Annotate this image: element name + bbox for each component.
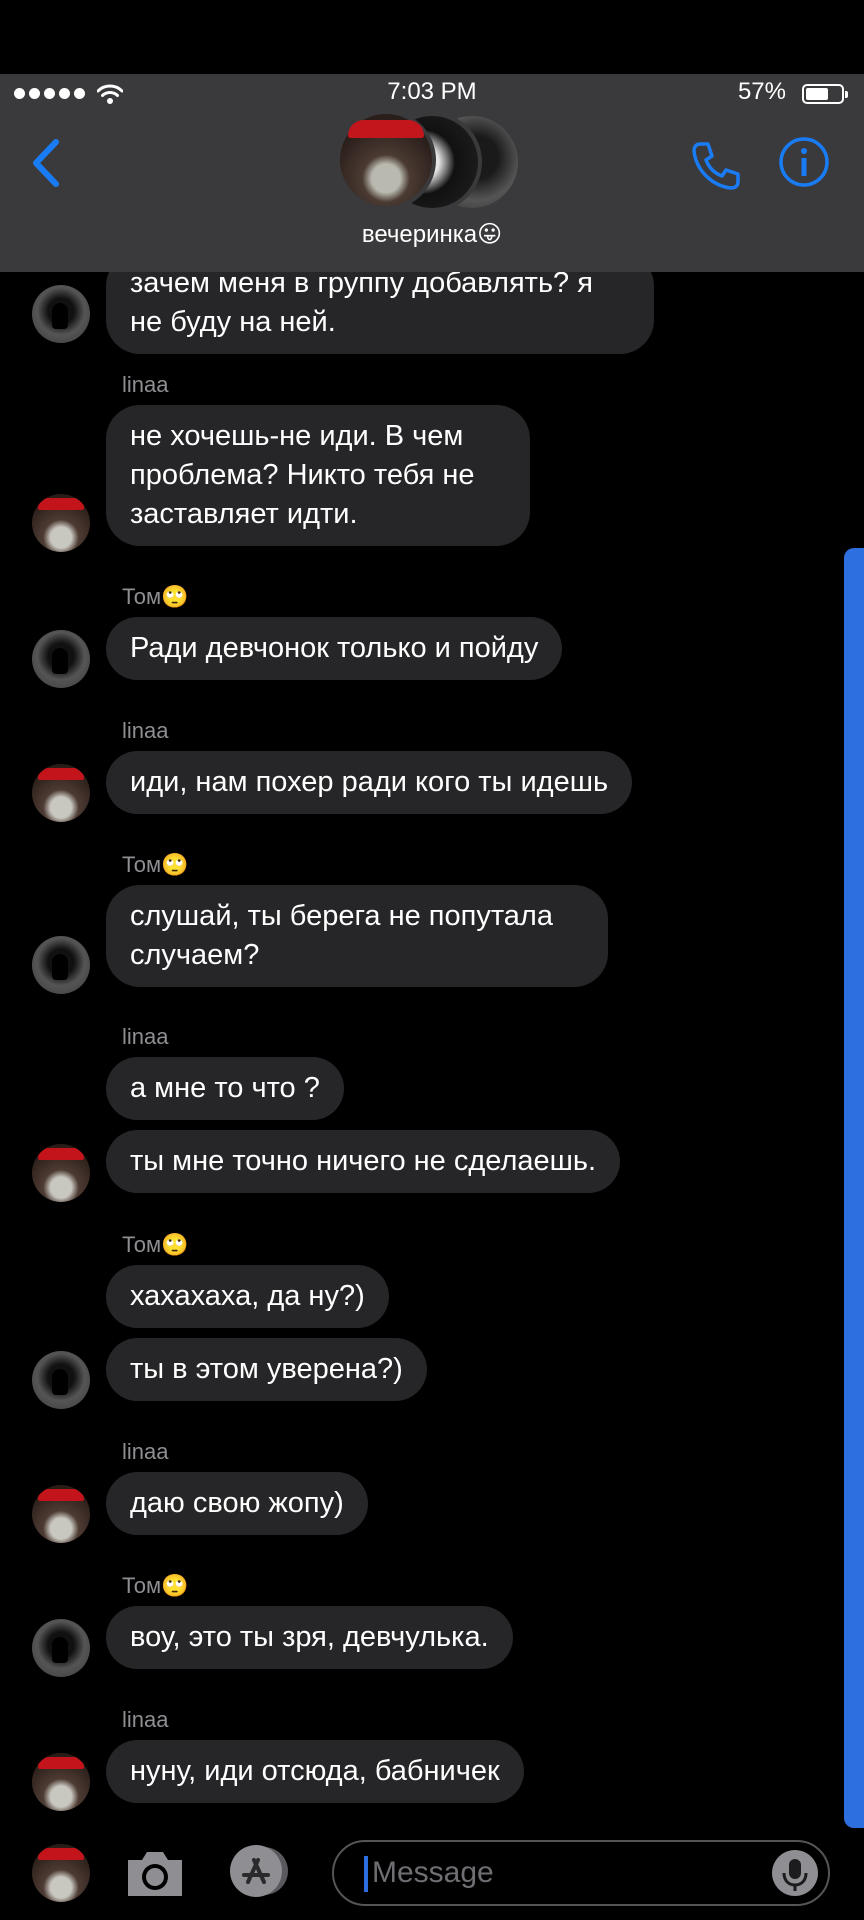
group-name[interactable]: вечеринка😛 [0,220,864,249]
info-icon[interactable] [778,136,830,188]
message-bubble[interactable]: а мне то что ? [106,1057,344,1120]
sender-name: Том🙄 [122,1232,189,1257]
sender-name: linaa [122,1024,169,1049]
message-list: зачем меня в группу добавлять? я не буду… [0,0,864,1830]
sender-name: Том🙄 [122,852,189,877]
message-bubble[interactable]: не хочешь-не иди. В чем проблема? Никто … [106,405,530,546]
sender-avatar[interactable] [32,285,90,343]
back-chevron-icon[interactable] [28,138,62,188]
group-avatars[interactable] [336,110,526,212]
scrollbar[interactable] [844,548,864,1828]
app-store-icon[interactable] [226,1844,292,1898]
status-bar: 7:03 PM 57% [0,74,864,114]
phone-icon[interactable] [688,138,744,194]
sender-name: Том🙄 [122,1573,189,1598]
sender-avatar[interactable] [32,630,90,688]
message-placeholder: Message [372,1856,494,1889]
message-bubble[interactable]: Ради девчонок только и пойду [106,617,563,680]
message-bubble[interactable]: даю свою жопу) [106,1472,368,1535]
sender-name: linaa [122,1707,169,1732]
message-bubble[interactable]: ты в этом уверена?) [106,1338,427,1401]
sender-name: linaa [122,372,169,397]
sender-avatar[interactable] [32,1351,90,1409]
sender-name: linaa [122,1439,169,1464]
status-time: 7:03 PM [387,78,477,105]
message-bubble[interactable]: воу, это ты зря, девчулька. [106,1606,513,1669]
sender-avatar[interactable] [32,1144,90,1202]
sender-avatar[interactable] [32,494,90,552]
sender-avatar[interactable] [32,1753,90,1811]
sender-avatar[interactable] [32,764,90,822]
message-bubble[interactable]: хахахаха, да ну?) [106,1265,389,1328]
camera-icon[interactable] [124,1846,186,1900]
sender-name: Том🙄 [122,584,189,609]
sender-avatar[interactable] [32,1485,90,1543]
microphone-icon[interactable] [772,1850,818,1896]
sender-avatar[interactable] [32,936,90,994]
message-bubble[interactable]: слушай, ты берега не попутала случаем? [106,885,608,987]
battery-icon [802,84,848,104]
message-bubble[interactable]: нуну, иди отсюда, бабничек [106,1740,524,1803]
message-bubble[interactable]: ты мне точно ничего не сделаешь. [106,1130,621,1193]
conversation-header: 7:03 PM 57% вечеринка😛 [0,74,864,272]
avatar [336,110,436,210]
message-input[interactable]: Message [332,1840,830,1906]
message-bubble[interactable]: иди, нам похер ради кого ты идешь [106,751,633,814]
sender-name: linaa [122,718,169,743]
battery-percentage: 57% [737,78,786,105]
sender-avatar[interactable] [32,1619,90,1677]
avatar[interactable] [32,1844,90,1902]
text-caret [364,1856,368,1892]
compose-bar: Message [0,1830,864,1920]
